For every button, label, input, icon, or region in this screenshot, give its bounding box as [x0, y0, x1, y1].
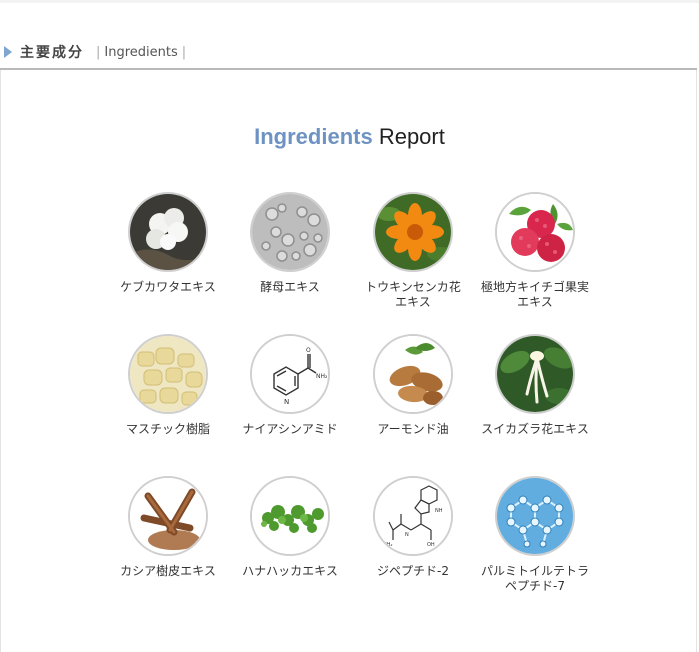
svg-text:NH₂: NH₂	[383, 542, 393, 548]
ingredient-label: ナイアシンアミド	[242, 422, 338, 436]
ingredient-item: トウキンセンカ花 エキス	[348, 192, 478, 310]
ingredient-item: ケブカワタエキス	[103, 192, 233, 295]
ingredient-item: カシア樹皮エキス	[103, 476, 233, 579]
yeast-icon	[250, 192, 330, 272]
ingredient-label: 酵母エキス	[260, 280, 320, 294]
ingredient-item: マスチック樹脂	[103, 334, 233, 437]
ingredient-label: トウキンセンカ花 エキス	[365, 280, 461, 309]
svg-text:NH: NH	[435, 508, 443, 514]
report-title-accent: Ingredients	[254, 124, 373, 149]
section-header: 主要成分 | Ingredients |	[0, 36, 699, 68]
honeysuckle-icon	[495, 334, 575, 414]
ingredient-item: ハナハッカエキス	[225, 476, 355, 579]
cinnamon-icon	[128, 476, 208, 556]
cotton-icon	[128, 192, 208, 272]
ingredient-label: スイカズラ花エキス	[481, 422, 589, 436]
ingredient-item: N NH₂ O ナイアシンアミド	[225, 334, 355, 437]
ingredient-label: ジペプチド-2	[377, 564, 449, 578]
ingredient-label: ケブカワタエキス	[120, 280, 216, 294]
raspberry-icon	[495, 192, 575, 272]
ingredient-item: 極地方キイチゴ果実 エキス	[470, 192, 600, 310]
ingredient-item: スイカズラ花エキス	[470, 334, 600, 437]
triangle-bullet-icon	[4, 46, 12, 58]
svg-text:O: O	[306, 347, 311, 354]
oregano-icon	[250, 476, 330, 556]
svg-text:N: N	[284, 398, 289, 406]
top-divider	[0, 0, 699, 3]
almond-icon	[373, 334, 453, 414]
ingredient-label: パルミトイルテトラ ペプチド-7	[480, 564, 589, 593]
ingredient-label: 極地方キイチゴ果実 エキス	[480, 280, 589, 309]
svg-text:NH₂: NH₂	[316, 373, 328, 380]
niacinamide-icon: N NH₂ O	[250, 334, 330, 414]
section-title: 主要成分	[20, 45, 84, 61]
ingredient-label: ハナハッカエキス	[242, 564, 338, 578]
report-title: Ingredients Report	[0, 124, 699, 150]
svg-text:N: N	[405, 532, 409, 538]
ingredient-item: アーモンド油	[348, 334, 478, 437]
ingredient-label: カシア樹皮エキス	[120, 564, 216, 578]
svg-text:OH: OH	[427, 542, 435, 548]
ingredient-label: アーモンド油	[377, 422, 449, 436]
dipeptide-icon: NH N NH₂ OH	[373, 476, 453, 556]
ingredient-label: マスチック樹脂	[125, 422, 210, 436]
ingredient-item: パルミトイルテトラ ペプチド-7	[470, 476, 600, 594]
ingredient-item: 酵母エキス	[225, 192, 355, 295]
calendula-icon	[373, 192, 453, 272]
peptide-icon	[495, 476, 575, 556]
report-title-main: Report	[378, 124, 445, 149]
section-subtitle: | Ingredients |	[96, 44, 187, 60]
ingredient-item: NH N NH₂ OH ジペプチド-2	[348, 476, 478, 579]
mastic-icon	[128, 334, 208, 414]
